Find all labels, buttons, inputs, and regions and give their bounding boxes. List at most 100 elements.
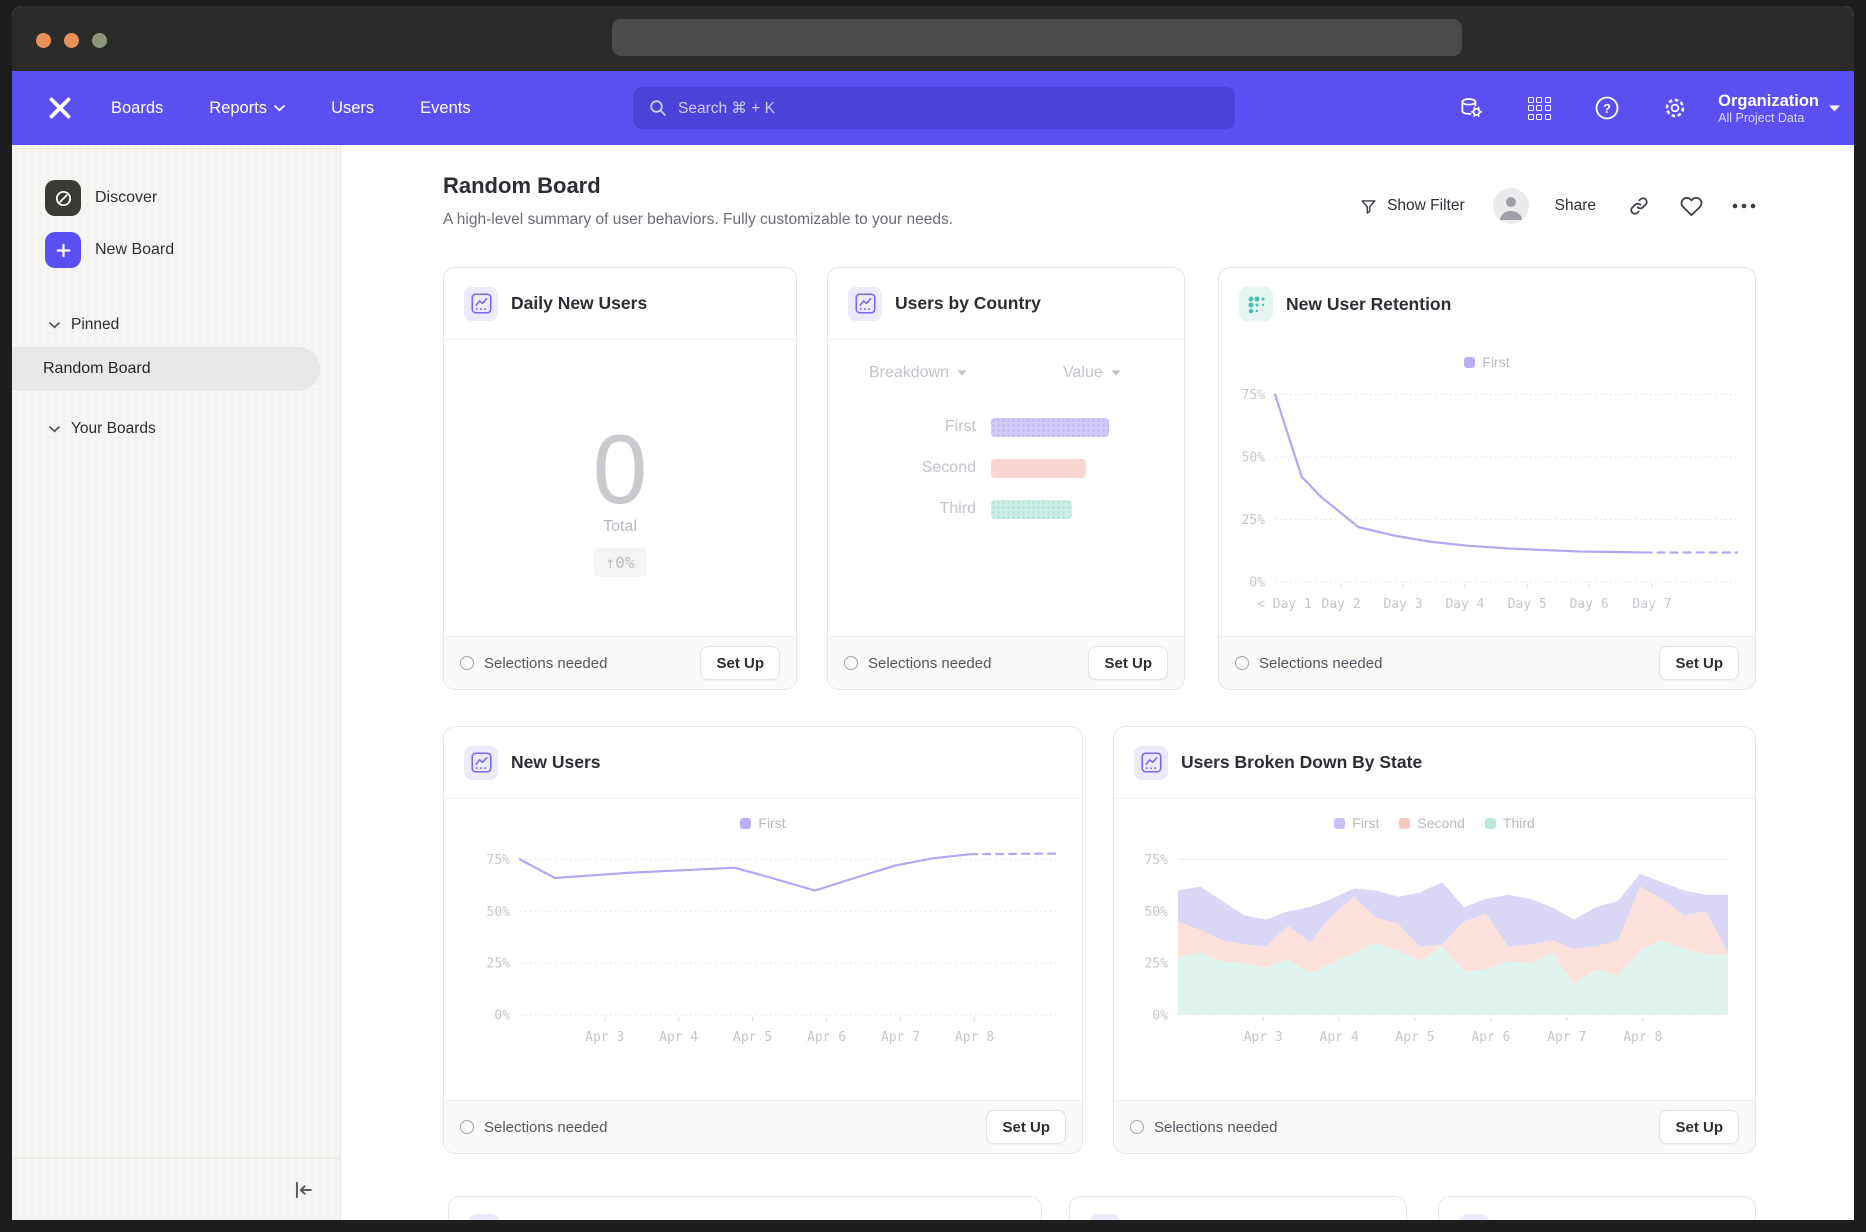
nav-item-boards[interactable]: Boards [111, 99, 163, 118]
sidebar-section-your-boards[interactable]: Your Boards [49, 417, 340, 441]
sidebar-section-pinned[interactable]: Pinned [49, 313, 340, 337]
sidebar-item-discover[interactable]: Discover [45, 179, 340, 217]
metric-value: 0 [444, 420, 796, 518]
card-title: Daily New Users [511, 293, 647, 314]
search-input[interactable]: Search ⌘ + K [633, 87, 1235, 129]
bar-row: Third [828, 498, 1072, 520]
page-title: Random Board [443, 173, 601, 199]
chevron-down-icon [274, 105, 285, 112]
avatar[interactable] [1493, 188, 1529, 224]
card-footer: Selections needed Set Up [828, 636, 1184, 689]
compass-icon [45, 180, 81, 216]
status-text: Selections needed [1154, 1119, 1277, 1136]
copy-link-icon[interactable] [1628, 195, 1650, 217]
card-header: Stacked Line Graph [449, 1197, 1041, 1220]
card-new-users: New Users First 75%50%25%0%Apr 3Apr 4Apr… [443, 726, 1083, 1154]
svg-text:?: ? [1603, 101, 1611, 116]
plus-icon [45, 232, 81, 268]
help-icon[interactable]: ? [1594, 95, 1620, 121]
org-subtitle: All Project Data [1718, 111, 1819, 125]
app-window: Boards Reports Users Events Search ⌘ + K [12, 6, 1854, 1220]
chevron-down-icon [1111, 370, 1121, 376]
svg-text:< Day 1: < Day 1 [1257, 597, 1312, 612]
svg-text:50%: 50% [487, 905, 511, 920]
settings-gear-icon[interactable] [1662, 95, 1688, 121]
card-title: New User Retention [1286, 294, 1451, 315]
svg-text:Apr 3: Apr 3 [1244, 1030, 1283, 1045]
person-icon [1493, 188, 1529, 224]
set-up-button[interactable]: Set Up [1088, 646, 1168, 680]
set-up-button[interactable]: Set Up [1659, 646, 1739, 680]
filter-icon [1359, 197, 1378, 216]
svg-text:Day 2: Day 2 [1322, 597, 1361, 612]
apps-grid-icon[interactable] [1526, 95, 1552, 121]
retention-line-chart: 75%50%25%0%< Day 1Day 2Day 3Day 4Day 5Da… [1227, 360, 1747, 620]
status-text: Selections needed [868, 655, 991, 672]
value-dropdown[interactable]: Value [1063, 364, 1121, 382]
show-filter-button[interactable]: Show Filter [1387, 197, 1465, 215]
data-management-icon[interactable] [1458, 95, 1484, 121]
sidebar-item-new-board[interactable]: New Board [45, 231, 340, 269]
mixpanel-logo-icon[interactable] [45, 93, 75, 123]
card-new-user-retention: New User Retention First 75%50%25%0%< Da… [1218, 267, 1756, 690]
set-up-button[interactable]: Set Up [1659, 1110, 1739, 1144]
state-stacked-area-chart: 75%50%25%0%Apr 3Apr 4Apr 5Apr 6Apr 7Apr … [1116, 823, 1755, 1073]
share-button[interactable]: Share [1555, 197, 1596, 215]
breakdown-dropdown[interactable]: Breakdown [869, 364, 967, 382]
window-minimize-button[interactable] [64, 33, 79, 48]
line-chart-icon [464, 287, 498, 321]
status-circle-icon [1235, 656, 1249, 670]
nav-item-events[interactable]: Events [420, 99, 470, 118]
search-icon [649, 99, 667, 117]
card-footer: Selections needed Set Up [444, 1100, 1082, 1153]
svg-text:Apr 8: Apr 8 [1623, 1030, 1662, 1045]
sidebar-item-random-board[interactable]: Random Board [12, 347, 320, 391]
svg-text:50%: 50% [1242, 451, 1266, 466]
svg-text:Day 6: Day 6 [1570, 597, 1609, 612]
svg-text:75%: 75% [1145, 853, 1169, 868]
browser-titlebar [12, 6, 1854, 71]
window-zoom-button[interactable] [92, 33, 107, 48]
top-nav: Boards Reports Users Events Search ⌘ + K [12, 71, 1854, 145]
svg-text:75%: 75% [487, 853, 511, 868]
svg-text:Day 4: Day 4 [1445, 597, 1484, 612]
card-footer: Selections needed Set Up [1219, 636, 1755, 689]
svg-text:Day 5: Day 5 [1508, 597, 1547, 612]
card-title: Stacked Line Graph [512, 1219, 676, 1221]
org-switcher[interactable]: Organization All Project Data [1718, 91, 1840, 126]
svg-text:Apr 6: Apr 6 [1471, 1030, 1510, 1045]
metric-label: Total [444, 518, 796, 536]
line-chart-icon [848, 287, 882, 321]
board-main: Random Board A high-level summary of use… [341, 145, 1854, 1220]
bar-row: Second [828, 457, 1086, 479]
bar-third [991, 500, 1072, 519]
svg-text:Apr 5: Apr 5 [733, 1030, 772, 1045]
svg-text:50%: 50% [1145, 905, 1169, 920]
delta-badge: ↑0% [594, 548, 647, 577]
content-area: Discover New Board Pinned Random Board [12, 145, 1854, 1220]
nav-item-reports[interactable]: Reports [209, 99, 285, 118]
line-chart-icon [1090, 1214, 1120, 1220]
collapse-sidebar-icon[interactable] [292, 1179, 314, 1201]
browser-address-bar[interactable] [612, 19, 1462, 56]
card-header: New User Retention [1219, 268, 1755, 340]
card-header: Insights Report [1070, 1197, 1406, 1220]
svg-text:Day 7: Day 7 [1632, 597, 1671, 612]
bar-first [991, 418, 1109, 437]
status-circle-icon [844, 656, 858, 670]
more-options-icon[interactable] [1731, 201, 1757, 211]
set-up-button[interactable]: Set Up [986, 1110, 1066, 1144]
chevron-down-icon [1829, 105, 1840, 112]
nav-items: Boards Reports Users Events [111, 99, 471, 118]
retention-grid-icon [1239, 287, 1273, 321]
svg-text:Apr 7: Apr 7 [881, 1030, 920, 1045]
set-up-button[interactable]: Set Up [700, 646, 780, 680]
bar-row: First [828, 416, 1109, 438]
favorite-heart-icon[interactable] [1680, 195, 1703, 218]
window-close-button[interactable] [36, 33, 51, 48]
new-users-line-chart: 75%50%25%0%Apr 3Apr 4Apr 5Apr 6Apr 7Apr … [446, 823, 1082, 1073]
card-title: Active Users [1502, 1219, 1608, 1221]
card-header: Users by Country [828, 268, 1184, 340]
svg-text:Day 3: Day 3 [1383, 597, 1422, 612]
nav-item-users[interactable]: Users [331, 99, 374, 118]
